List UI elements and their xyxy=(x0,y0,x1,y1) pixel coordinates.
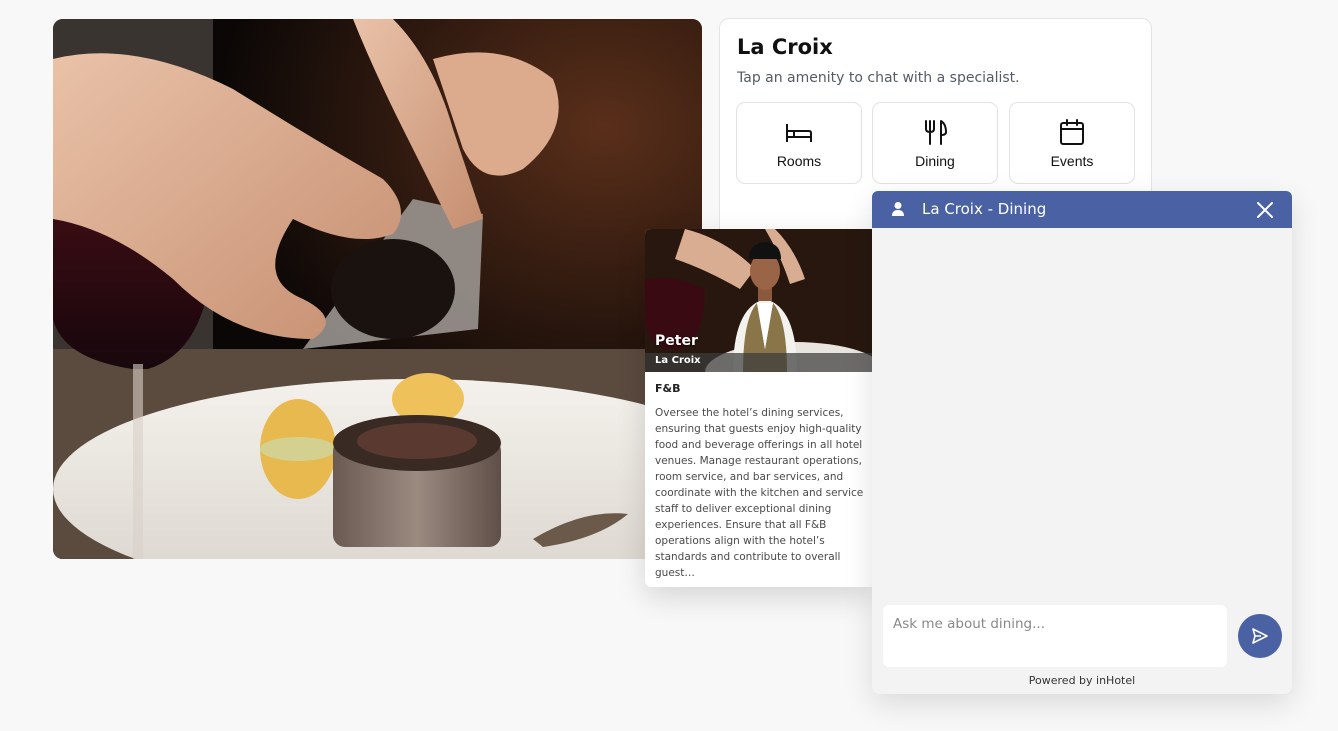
amenity-dining-button[interactable]: Dining xyxy=(872,102,998,184)
specialist-photo: Peter La Croix xyxy=(645,229,873,372)
amenity-label: Events xyxy=(1050,153,1094,169)
panel-subtitle: Tap an amenity to chat with a specialist… xyxy=(737,70,1020,86)
chat-header: La Croix - Dining xyxy=(872,191,1292,228)
chat-messages xyxy=(872,228,1292,598)
amenity-events-button[interactable]: Events xyxy=(1009,102,1135,184)
fork-knife-icon xyxy=(925,120,947,145)
send-icon xyxy=(1252,628,1268,644)
powered-by: Powered by inHotel xyxy=(1028,674,1136,687)
specialist-name: Peter xyxy=(655,333,698,349)
chat-window: La Croix - Dining Powered by inHotel xyxy=(872,191,1292,694)
hotel-title: La Croix xyxy=(737,35,833,59)
user-icon xyxy=(892,202,904,216)
chat-input[interactable] xyxy=(883,605,1227,667)
send-button[interactable] xyxy=(1238,614,1282,658)
close-icon[interactable] xyxy=(1256,201,1274,219)
specialist-hotel-band: La Croix xyxy=(645,353,873,372)
specialist-hotel: La Croix xyxy=(655,355,701,366)
bed-icon xyxy=(786,124,812,142)
amenity-label: Rooms xyxy=(776,153,822,169)
specialist-description: Oversee the hotel’s dining services, ens… xyxy=(655,407,864,579)
calendar-icon xyxy=(1060,119,1084,145)
amenity-rooms-button[interactable]: Rooms xyxy=(736,102,862,184)
hero-image xyxy=(53,19,702,559)
specialist-role: F&B xyxy=(655,382,681,395)
chat-title: La Croix - Dining xyxy=(922,200,1047,218)
amenity-label: Dining xyxy=(915,153,955,169)
specialist-card: Peter La Croix F&B Oversee the hotel’s d… xyxy=(645,229,873,587)
